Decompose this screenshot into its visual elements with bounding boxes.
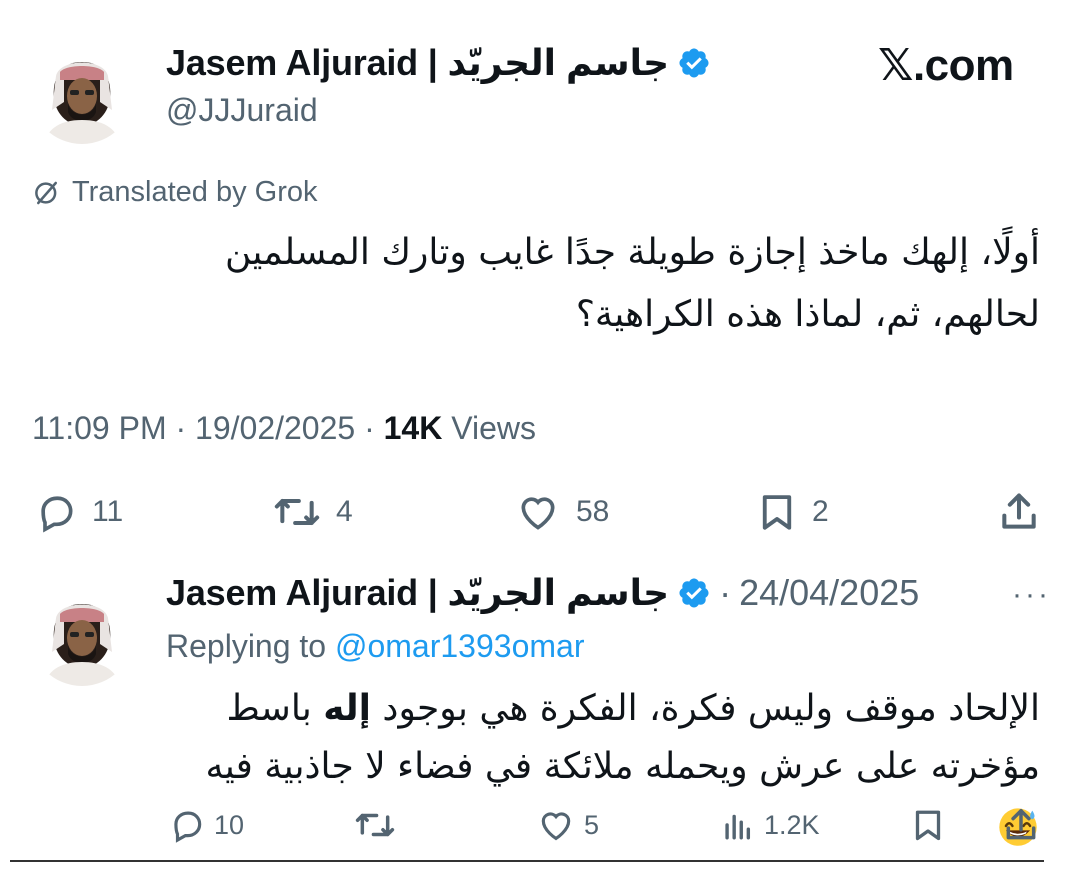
verified-badge-icon: [679, 578, 709, 608]
share-button[interactable]: [996, 490, 1042, 534]
author-avatar[interactable]: [30, 40, 134, 144]
reply-count: 11: [92, 495, 124, 528]
like-icon: [541, 812, 571, 841]
reply-text-bold: إله: [323, 688, 371, 729]
tweet-time[interactable]: 11:09 PM: [32, 410, 167, 446]
repost-count: 4: [336, 495, 353, 528]
reply-author-name[interactable]: Jasem Aljuraid | جاسم الجريّد: [166, 572, 669, 614]
reply-reply-count: 10: [214, 809, 245, 840]
repost-button[interactable]: 4: [272, 490, 353, 534]
bookmark-count: 2: [812, 495, 829, 528]
reply-author-row: Jasem Aljuraid | جاسم الجريّد · 24/04/20…: [166, 572, 919, 614]
bookmark-icon: [915, 810, 941, 841]
separator-dot: ·: [175, 410, 196, 446]
reply-repost-button[interactable]: [354, 806, 396, 844]
reply-reply-button[interactable]: 10: [168, 806, 244, 844]
reply-views-button[interactable]: 1.2K: [720, 806, 820, 844]
reply-author-avatar[interactable]: [30, 582, 134, 686]
reply-like-count: 5: [584, 809, 600, 840]
separator-dot: ·: [364, 410, 384, 446]
more-icon[interactable]: ···: [1012, 578, 1051, 612]
repost-icon: [274, 498, 320, 526]
replying-prefix: Replying to: [166, 628, 327, 664]
reply-text-line: مؤخرته على عرش ويحمله ملائكة في فضاء لا …: [160, 738, 1040, 854]
translated-label: Translated by Grok: [72, 176, 318, 208]
reply-like-button[interactable]: 5: [536, 806, 599, 844]
reply-text: الإلحاد موقف وليس فكرة، الفكرة هي بوجود …: [160, 680, 1040, 854]
views-count: 14K: [383, 410, 443, 446]
tweet-text-line: لحالهم، ثم، لماذا هذه الكراهية؟: [575, 294, 1040, 335]
separator-dot: ·: [719, 572, 732, 613]
x-brand-logo: 𝕏.com: [878, 41, 1014, 90]
reply-text-line: الإلحاد موقف وليس فكرة، الفكرة هي بوجود …: [160, 680, 1040, 738]
share-icon: [1006, 809, 1036, 840]
share-icon: [1002, 493, 1036, 529]
bookmark-icon: [762, 495, 792, 530]
reply-icon: [174, 811, 202, 843]
tweet-text: أولًا، إلهك ماخذ إجازة طويلة جدًا غايب و…: [40, 222, 1040, 346]
reply-views-count: 1.2K: [764, 809, 820, 840]
verified-badge-icon: [679, 48, 709, 78]
like-count: 58: [576, 495, 610, 528]
author-row: Jasem Aljuraid | جاسم الجريّد: [166, 42, 711, 84]
tweet-meta: 11:09 PM · 19/02/2025 · 14K Views: [32, 410, 536, 447]
grok-icon: [35, 181, 57, 204]
reply-icon: [41, 496, 73, 533]
tweet-text-line: أولًا، إلهك ماخذ إجازة طويلة جدًا غايب و…: [225, 232, 1040, 273]
reply-text-part: باسط: [226, 688, 324, 729]
bottom-divider: [10, 860, 1044, 862]
replying-to: Replying to @omar1393omar: [166, 628, 584, 665]
reply-text-part: الإلحاد موقف وليس فكرة، الفكرة هي بوجود: [370, 688, 1040, 729]
bookmark-button[interactable]: 2: [756, 490, 829, 534]
tweet-date[interactable]: 19/02/2025: [195, 410, 355, 446]
reply-share-button[interactable]: [1002, 806, 1040, 844]
reply-text-part: مؤخرته على عرش ويحمله ملائكة في فضاء لا …: [205, 746, 1040, 787]
views-icon: [725, 814, 751, 840]
author-handle[interactable]: @JJJuraid: [166, 92, 318, 129]
reply-date[interactable]: 24/04/2025: [739, 572, 919, 614]
translated-by-grok[interactable]: Translated by Grok: [32, 176, 318, 209]
like-button[interactable]: 58: [514, 490, 609, 534]
replying-handle-link[interactable]: @omar1393omar: [335, 628, 584, 664]
reply-bookmark-button[interactable]: [910, 806, 946, 844]
author-name[interactable]: Jasem Aljuraid | جاسم الجريّد: [166, 42, 669, 84]
repost-icon: [355, 813, 395, 837]
reply-button[interactable]: 11: [34, 490, 123, 534]
views-label: Views: [451, 410, 536, 446]
like-icon: [521, 497, 555, 530]
